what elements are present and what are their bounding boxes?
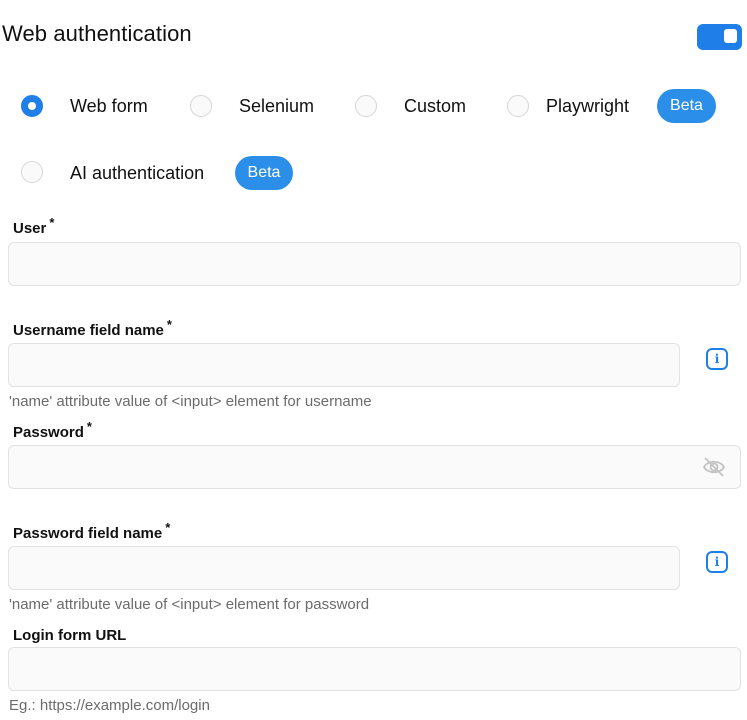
beta-badge-ai-authentication: Beta — [235, 156, 293, 190]
username-field-name-input[interactable] — [8, 343, 680, 387]
web-auth-toggle[interactable] — [697, 24, 742, 50]
radio-label-selenium: Selenium — [239, 96, 315, 116]
info-icon[interactable]: i — [706, 551, 728, 573]
beta-badge-playwright: Beta — [657, 89, 716, 123]
radio-label-playwright: Playwright — [546, 96, 630, 116]
info-icon[interactable]: i — [706, 348, 728, 370]
radio-label-ai-authentication: AI authentication — [70, 163, 205, 183]
radio-custom[interactable] — [355, 95, 377, 117]
login-form-url-label: Login form URL — [13, 627, 127, 644]
section-title: Web authentication — [2, 21, 192, 46]
password-label: Password * — [13, 419, 92, 441]
radio-selenium[interactable] — [190, 95, 212, 117]
eye-off-icon[interactable] — [702, 456, 726, 483]
password-field-name-label: Password field name * — [13, 520, 171, 542]
radio-web-form[interactable] — [21, 95, 43, 117]
password-field-name-input[interactable] — [8, 546, 680, 590]
radio-label-web-form: Web form — [70, 96, 148, 116]
radio-label-custom: Custom — [404, 96, 467, 116]
login-form-url-input[interactable] — [8, 647, 741, 691]
toggle-knob — [724, 29, 737, 43]
radio-playwright[interactable] — [507, 95, 529, 117]
user-input[interactable] — [8, 242, 741, 286]
password-field-help: 'name' attribute value of <input> elemen… — [9, 596, 370, 613]
username-field-help: 'name' attribute value of <input> elemen… — [9, 393, 372, 410]
user-label: User * — [13, 215, 55, 237]
radio-ai-authentication[interactable] — [21, 161, 43, 183]
password-input[interactable] — [8, 445, 741, 489]
username-field-name-label: Username field name * — [13, 317, 172, 339]
login-form-url-help: Eg.: https://example.com/login — [9, 697, 210, 714]
